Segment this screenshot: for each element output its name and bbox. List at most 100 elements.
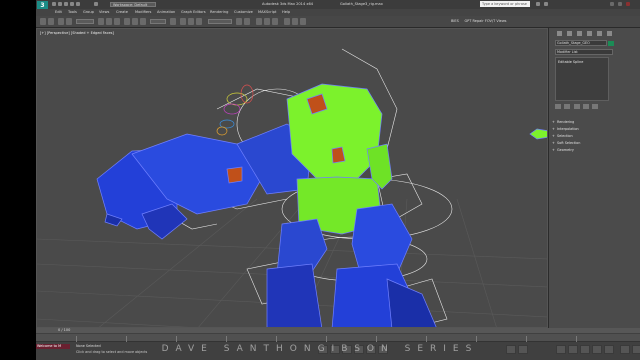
move-button[interactable] xyxy=(124,18,130,25)
app-title: Autodesk 3ds Max 2014 x64 xyxy=(262,2,314,6)
track-tick xyxy=(76,336,77,342)
minimize-icon[interactable] xyxy=(610,2,614,6)
close-icon[interactable] xyxy=(626,2,630,6)
track-tick xyxy=(126,336,127,342)
menu-modifiers[interactable]: Modifiers xyxy=(135,10,151,14)
track-tick xyxy=(426,336,427,342)
menu-create[interactable]: Create xyxy=(116,10,128,14)
expand-icon[interactable]: + xyxy=(552,148,555,152)
render-frame-button[interactable] xyxy=(292,18,298,25)
object-color-swatch[interactable] xyxy=(608,41,614,46)
menu-customize[interactable]: Customize xyxy=(234,10,253,14)
hierarchy-tab-icon[interactable] xyxy=(577,31,582,36)
ribbon-label: BIES GPT Repair FOV/T Views xyxy=(451,19,507,23)
expand-icon[interactable]: + xyxy=(552,141,555,145)
reference-coordinate-dropdown[interactable] xyxy=(150,19,166,24)
track-tick xyxy=(276,336,277,342)
save-file-icon[interactable] xyxy=(64,2,68,6)
search-input[interactable]: Type a keyword or phrase xyxy=(480,1,530,7)
render-button[interactable] xyxy=(300,18,306,25)
redo-icon[interactable] xyxy=(76,2,80,6)
stack-item[interactable]: Editable Spline xyxy=(558,60,583,64)
character-mesh[interactable] xyxy=(96,83,548,328)
menu-maxscript[interactable]: MAXScript xyxy=(258,10,276,14)
display-tab-icon[interactable] xyxy=(597,31,602,36)
main-toolbar xyxy=(36,16,640,28)
maximize-icon[interactable] xyxy=(618,2,622,6)
material-editor-button[interactable] xyxy=(272,18,278,25)
rollout-selection[interactable]: Selection xyxy=(557,134,573,138)
new-file-icon[interactable] xyxy=(52,2,56,6)
undo-icon[interactable] xyxy=(70,2,74,6)
help-icon[interactable] xyxy=(544,2,548,6)
configure-sets-icon[interactable] xyxy=(592,104,599,109)
menu-group[interactable]: Group xyxy=(83,10,94,14)
link-button[interactable] xyxy=(58,18,64,25)
scale-button[interactable] xyxy=(140,18,146,25)
curve-editor-button[interactable] xyxy=(256,18,262,25)
menu-rendering[interactable]: Rendering xyxy=(210,10,228,14)
unlink-button[interactable] xyxy=(66,18,72,25)
track-tick xyxy=(376,336,377,342)
perspective-viewport[interactable]: [+] [Perspective] [Shaded + Edged Faces] xyxy=(36,28,548,328)
ribbon-label-right[interactable]: GPT Repair FOV/T Views xyxy=(464,19,506,23)
pivot-center-button[interactable] xyxy=(170,18,176,25)
viewport-label[interactable]: [+] [Perspective] [Shaded + Edged Faces] xyxy=(40,31,114,35)
time-slider[interactable]: 0 / 100 xyxy=(36,328,640,333)
watermark-text: DAVE SANTHONGIBSON SERIES xyxy=(161,344,479,354)
render-setup-button[interactable] xyxy=(284,18,290,25)
utilities-tab-icon[interactable] xyxy=(607,31,612,36)
rollout-soft-selection[interactable]: Soft Selection xyxy=(557,141,580,145)
track-tick xyxy=(176,336,177,342)
ribbon-label-left[interactable]: BIES xyxy=(451,19,459,23)
schematic-view-button[interactable] xyxy=(264,18,270,25)
track-tick xyxy=(476,336,477,342)
viewport-scene[interactable] xyxy=(37,29,548,328)
snap-toggle-button[interactable] xyxy=(180,18,186,25)
remove-modifier-icon[interactable] xyxy=(582,104,589,109)
modify-tab-icon[interactable] xyxy=(567,31,572,36)
project-folder-icon[interactable] xyxy=(94,2,98,6)
create-tab-icon[interactable] xyxy=(557,31,562,36)
select-object-button[interactable] xyxy=(98,18,104,25)
show-end-result-icon[interactable] xyxy=(564,104,571,109)
menu-help[interactable]: Help xyxy=(282,10,290,14)
rotate-button[interactable] xyxy=(132,18,138,25)
region-select-button[interactable] xyxy=(114,18,120,25)
modifier-list-dropdown[interactable]: Modifier List xyxy=(555,49,613,55)
expand-icon[interactable]: + xyxy=(552,120,555,124)
object-name-field[interactable]: Goliath_Stage_GEO xyxy=(555,40,607,46)
rollout-interpolation[interactable]: Interpolation xyxy=(557,127,579,131)
pin-stack-icon[interactable] xyxy=(555,104,561,109)
open-file-icon[interactable] xyxy=(58,2,62,6)
menu-tools[interactable]: Tools xyxy=(68,10,77,14)
menu-graph-editors[interactable]: Graph Editors xyxy=(181,10,206,14)
expand-icon[interactable]: + xyxy=(552,134,555,138)
menu-views[interactable]: Views xyxy=(99,10,109,14)
make-unique-icon[interactable] xyxy=(573,104,580,109)
track-bar[interactable] xyxy=(36,334,640,342)
rollout-rendering[interactable]: Rendering xyxy=(557,120,574,124)
select-by-name-button[interactable] xyxy=(106,18,112,25)
align-button[interactable] xyxy=(244,18,250,25)
selection-filter-dropdown[interactable] xyxy=(76,19,94,24)
track-tick xyxy=(226,336,227,342)
modifier-stack[interactable]: Editable Spline xyxy=(555,57,609,101)
undo-button[interactable] xyxy=(40,18,46,25)
menu-edit[interactable]: Edit xyxy=(55,10,62,14)
percent-snap-button[interactable] xyxy=(196,18,202,25)
named-selection-dropdown[interactable] xyxy=(208,19,232,24)
control-helpers[interactable] xyxy=(216,84,254,136)
search-icon[interactable] xyxy=(536,2,540,6)
expand-icon[interactable]: + xyxy=(552,127,555,131)
time-slider-label[interactable]: 0 / 100 xyxy=(58,328,70,332)
redo-button[interactable] xyxy=(48,18,54,25)
mirror-button[interactable] xyxy=(236,18,242,25)
stack-buttons xyxy=(555,104,613,110)
track-tick xyxy=(526,336,527,342)
motion-tab-icon[interactable] xyxy=(587,31,592,36)
rollout-geometry[interactable]: Geometry xyxy=(557,148,574,152)
angle-snap-button[interactable] xyxy=(188,18,194,25)
menu-animation[interactable]: Animation xyxy=(157,10,175,14)
workspace-dropdown[interactable]: Workspace: Default xyxy=(110,2,156,7)
